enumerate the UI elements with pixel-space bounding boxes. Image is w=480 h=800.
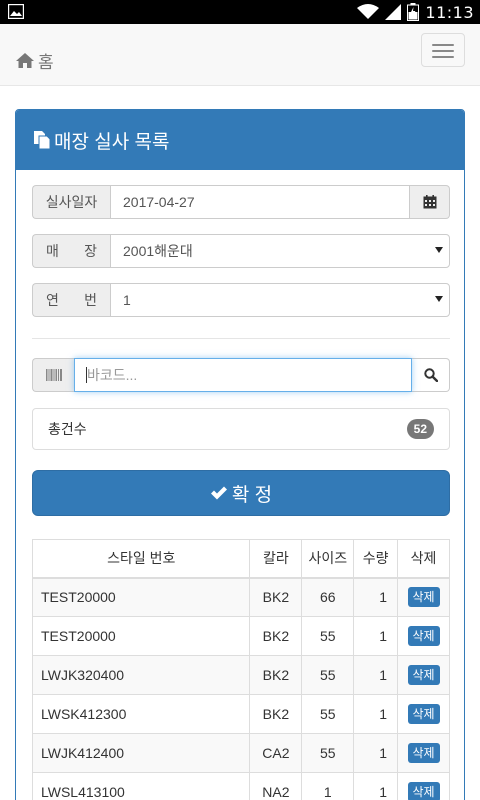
cell-style-number: TEST20000: [31, 616, 251, 656]
status-bar: 11:13: [0, 0, 480, 24]
divider: [32, 338, 450, 339]
delete-button[interactable]: 삭제: [407, 743, 440, 763]
delete-button[interactable]: 삭제: [407, 587, 440, 608]
cell-size: 55: [301, 655, 355, 695]
cell-size: 55: [301, 616, 355, 656]
navbar: 홈: [0, 24, 480, 86]
copy-icon: [34, 131, 51, 150]
menu-toggle-button[interactable]: [421, 33, 465, 67]
cell-color: BK2: [249, 694, 303, 734]
inventory-panel: 매장 실사 목록 실사일자 2017-04-27 매 장 2001해운대 연 번…: [15, 109, 465, 800]
cell-size: 55: [301, 694, 355, 734]
check-icon: [210, 486, 227, 500]
home-icon: [16, 53, 34, 68]
total-count-item: 총건수 52: [32, 408, 450, 450]
table-row: TEST20000 BK2 55 1 삭제: [31, 616, 450, 656]
wifi-icon: [357, 4, 380, 19]
table-row: LWJK320400 BK2 55 1 삭제: [31, 655, 450, 695]
table-row: LWSL413100 NA2 1 1 삭제: [31, 772, 450, 800]
cell-color: CA2: [249, 733, 303, 773]
text-cursor: [86, 367, 87, 383]
delete-button[interactable]: 삭제: [407, 782, 440, 800]
cell-quantity: 1: [353, 772, 399, 800]
battery-icon: [407, 3, 420, 21]
table-row: LWJK412400 CA2 55 1 삭제: [31, 733, 450, 773]
calendar-icon: [423, 195, 436, 209]
search-button[interactable]: [412, 358, 450, 392]
sequence-label: 연 번: [32, 283, 110, 317]
panel-heading: 매장 실사 목록: [16, 110, 464, 170]
header-color: 칼라: [249, 539, 303, 579]
panel-title: 매장 실사 목록: [54, 131, 170, 153]
date-field[interactable]: 2017-04-27: [110, 185, 410, 219]
delete-button[interactable]: 삭제: [407, 704, 440, 724]
clock: 11:13: [425, 2, 474, 22]
hamburger-menu-icon: [432, 44, 454, 46]
cell-style-number: TEST20000: [31, 577, 251, 617]
table-header-row: 스타일 번호 칼라 사이즈 수량 삭제: [31, 539, 450, 579]
barcode-addon: [32, 358, 74, 392]
barcode-icon: [45, 369, 62, 381]
header-style-number: 스타일 번호: [31, 539, 251, 579]
barcode-input-group: 바코드...: [32, 358, 450, 392]
cell-quantity: 1: [353, 616, 399, 656]
header-delete: 삭제: [397, 539, 450, 579]
home-label: 홈: [38, 53, 54, 72]
store-input-group: 매 장 2001해운대: [32, 234, 450, 268]
table-row: LWSK412300 BK2 55 1 삭제: [31, 694, 450, 734]
chevron-down-icon: [435, 247, 443, 253]
header-quantity: 수량: [353, 539, 399, 579]
cell-quantity: 1: [353, 733, 399, 773]
date-input-group: 실사일자 2017-04-27: [32, 185, 450, 219]
cell-color: BK2: [249, 577, 303, 617]
date-label: 실사일자: [32, 185, 110, 219]
cell-color: BK2: [249, 655, 303, 695]
calendar-button[interactable]: [410, 185, 450, 219]
cell-size: 55: [301, 733, 355, 773]
table-row: TEST20000 BK2 66 1 삭제: [31, 577, 450, 617]
home-link[interactable]: 홈: [16, 48, 54, 73]
signal-icon: [385, 4, 402, 20]
header-size: 사이즈: [301, 539, 355, 579]
cell-style-number: LWSK412300: [31, 694, 251, 734]
total-count-label: 총건수: [48, 421, 87, 437]
cell-style-number: LWJK320400: [31, 655, 251, 695]
delete-button[interactable]: 삭제: [407, 626, 440, 646]
cell-style-number: LWSL413100: [31, 772, 251, 800]
chevron-down-icon: [435, 296, 443, 302]
cell-size: 66: [301, 577, 355, 617]
sequence-select[interactable]: 1: [110, 283, 450, 317]
total-count-badge: 52: [406, 419, 434, 439]
barcode-placeholder: 바코드...: [87, 367, 138, 383]
inventory-table: 스타일 번호 칼라 사이즈 수량 삭제 TEST20000 BK2 66 1 삭…: [31, 539, 450, 800]
cell-quantity: 1: [353, 694, 399, 734]
cell-quantity: 1: [353, 655, 399, 695]
sequence-input-group: 연 번 1: [32, 283, 450, 317]
store-label: 매 장: [32, 234, 110, 268]
cell-quantity: 1: [353, 577, 399, 617]
cell-color: BK2: [249, 616, 303, 656]
barcode-input[interactable]: 바코드...: [74, 358, 412, 392]
cell-color: NA2: [249, 772, 303, 800]
delete-button[interactable]: 삭제: [407, 665, 440, 685]
store-select[interactable]: 2001해운대: [110, 234, 450, 268]
confirm-label: 확 정: [231, 484, 273, 506]
image-icon: [8, 4, 24, 19]
confirm-button[interactable]: 확 정: [32, 470, 450, 516]
cell-size: 1: [301, 772, 355, 800]
cell-style-number: LWJK412400: [31, 733, 251, 773]
search-icon: [423, 368, 438, 382]
